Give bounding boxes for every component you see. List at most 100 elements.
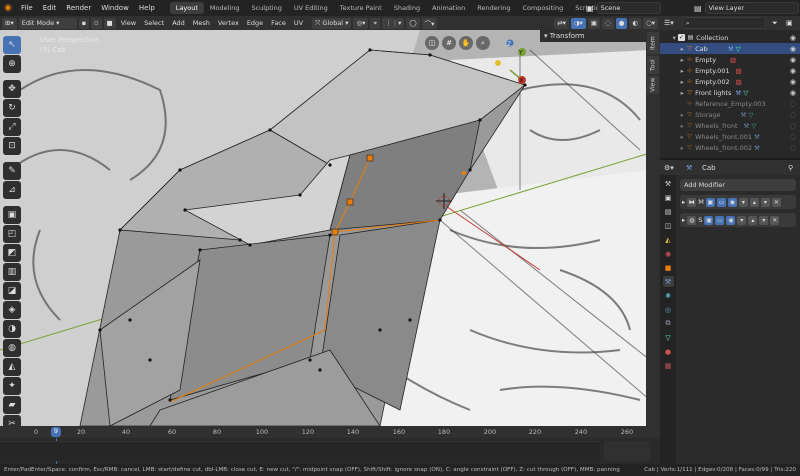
viewport-toggle-icon[interactable]: ▭: [716, 197, 726, 207]
eye-icon[interactable]: ◉: [790, 34, 796, 42]
outliner-item-reference-empty-003[interactable]: ⊹ Reference_Empty.003 ◌: [660, 98, 800, 109]
eye-hidden-icon[interactable]: ◌: [790, 122, 796, 130]
tab-texture[interactable]: ▦: [663, 360, 674, 371]
outliner-item-front-lights[interactable]: ▸ ▽ Front lights ⚒ ▽ ◉: [660, 87, 800, 98]
tab-render[interactable]: ▣: [663, 192, 674, 203]
timeline-scrollbar[interactable]: [604, 441, 650, 461]
expand-arrow-icon[interactable]: ▸: [660, 67, 686, 75]
menu-render[interactable]: Render: [61, 4, 96, 12]
eye-icon[interactable]: ◉: [790, 89, 796, 97]
expand-arrow-icon[interactable]: ▸: [682, 216, 685, 224]
tab-object[interactable]: ■: [663, 262, 674, 273]
tab-animation[interactable]: Animation: [426, 2, 471, 14]
menu-window[interactable]: Window: [96, 4, 134, 12]
snap-button[interactable]: ⌖: [370, 17, 381, 29]
tab-scene[interactable]: ◭: [663, 234, 674, 245]
move-tool[interactable]: ✥: [3, 80, 21, 98]
menu-file[interactable]: File: [16, 4, 38, 12]
outliner-editor-icon[interactable]: ☰▾: [664, 19, 674, 27]
transform-tool[interactable]: ⊡: [3, 137, 21, 155]
menu-vertex[interactable]: Vertex: [215, 18, 242, 29]
menu-view[interactable]: View: [118, 18, 139, 29]
tab-physics[interactable]: ◎: [663, 304, 674, 315]
tab-tool[interactable]: Tool: [647, 56, 659, 74]
tab-uv-editing[interactable]: UV Editing: [288, 2, 334, 14]
face-select-button[interactable]: ■: [103, 17, 116, 29]
spin-tool[interactable]: ◑: [3, 320, 21, 338]
menu-add[interactable]: Add: [169, 18, 188, 29]
xray-button[interactable]: ▣: [587, 17, 601, 29]
solid-shading-button[interactable]: ●: [615, 17, 628, 29]
blender-logo-icon[interactable]: ◉: [0, 0, 16, 16]
smooth-tool[interactable]: ◍: [3, 339, 21, 357]
dropdown-arrow-icon[interactable]: ▾: [737, 215, 747, 225]
add-modifier-dropdown[interactable]: Add Modifier: [680, 179, 796, 191]
outliner-item-wheels-front-001[interactable]: ▸ ▽ Wheels_front.001 ⚒ ◌: [660, 131, 800, 142]
tab-object-data[interactable]: ▽: [663, 332, 674, 343]
outliner-item-empty-001[interactable]: ▸ ⊹ Empty.001 ▨ ◉: [660, 65, 800, 76]
eye-hidden-icon[interactable]: ◌: [790, 144, 796, 152]
outliner-search-input[interactable]: ⌕: [682, 17, 766, 29]
eye-icon[interactable]: ◉: [790, 45, 796, 53]
3d-viewport[interactable]: Y Z X: [0, 30, 660, 426]
select-box-tool[interactable]: ↖: [3, 36, 21, 54]
wireframe-shading-button[interactable]: ◌: [602, 17, 614, 29]
tab-compositing[interactable]: Compositing: [516, 2, 569, 14]
viewport-toggle-icon[interactable]: ▭: [715, 215, 725, 225]
pivot-button[interactable]: ◎▾: [353, 17, 369, 29]
tab-particles[interactable]: ✺: [663, 290, 674, 301]
gizmo-toggle-button[interactable]: ⇄▾: [554, 17, 569, 29]
outliner-item-storage[interactable]: ▸ ▽ Storage ⚒ ▽ ◌: [660, 109, 800, 120]
editor-type-button[interactable]: ⊞▾: [2, 17, 17, 29]
rotate-tool[interactable]: ↻: [3, 99, 21, 117]
expand-arrow-icon[interactable]: ▸: [682, 198, 685, 206]
orientation-selector[interactable]: ⤧ Global ▾: [312, 17, 352, 29]
overlay-toggle-button[interactable]: ◑▾: [570, 17, 586, 29]
tab-world[interactable]: ◉: [663, 248, 674, 259]
menu-mesh[interactable]: Mesh: [190, 18, 213, 29]
poly-build-tool[interactable]: ◈: [3, 301, 21, 319]
expand-arrow-icon[interactable]: ▸: [660, 89, 686, 97]
toggle-camera-view-button[interactable]: ◫: [425, 36, 439, 50]
eye-icon[interactable]: ◉: [790, 78, 796, 86]
shrink-fatten-tool[interactable]: ✦: [3, 377, 21, 395]
tab-layout[interactable]: Layout: [169, 2, 204, 14]
eye-hidden-icon[interactable]: ◌: [790, 100, 796, 108]
menu-edit[interactable]: Edit: [38, 4, 62, 12]
extrude-tool[interactable]: ▣: [3, 206, 21, 224]
move-down-icon[interactable]: ▾: [759, 215, 769, 225]
expand-arrow-icon[interactable]: ▸: [660, 78, 686, 86]
annotate-tool[interactable]: ✎: [3, 162, 21, 180]
vertex-select-button[interactable]: ▪: [78, 17, 90, 29]
tab-view[interactable]: View: [647, 76, 659, 94]
tab-material[interactable]: ●: [663, 346, 674, 357]
mode-selector[interactable]: Edit Mode ▾: [18, 17, 77, 29]
filter-icon[interactable]: ⏷: [772, 19, 778, 28]
expand-arrow-icon[interactable]: ▸: [660, 122, 686, 130]
move-up-icon[interactable]: ▴: [749, 197, 759, 207]
outliner-item-wheels-front-002[interactable]: ▸ ▽ Wheels_front.002 ⚒ ◌: [660, 142, 800, 153]
tab-sculpting[interactable]: Sculpting: [245, 2, 287, 14]
tab-item[interactable]: Item: [647, 32, 659, 54]
pin-icon[interactable]: ⚲: [788, 164, 793, 172]
modifier-panel-subdivision[interactable]: ▸ ◍ S ▣ ▭ ◉ ▾ ▴ ▾ ✕: [680, 213, 796, 227]
tab-output[interactable]: ▤: [663, 206, 674, 217]
dropdown-arrow-icon[interactable]: ▾: [738, 197, 748, 207]
move-down-icon[interactable]: ▾: [760, 197, 770, 207]
eye-hidden-icon[interactable]: ◌: [790, 133, 796, 141]
proportional-edit-button[interactable]: ◯: [406, 17, 420, 29]
render-toggle-icon[interactable]: ◉: [726, 215, 736, 225]
falloff-button[interactable]: ⌒▾: [421, 17, 438, 29]
material-shading-button[interactable]: ◐: [629, 17, 642, 29]
eye-icon[interactable]: ◉: [790, 67, 796, 75]
move-up-icon[interactable]: ▴: [748, 215, 758, 225]
tab-modeling[interactable]: Modeling: [204, 2, 246, 14]
modifier-panel-mirror[interactable]: ▸ ⧓ M ▣ ▭ ◉ ▾ ▴ ▾ ✕: [680, 195, 796, 209]
outliner-item-cab[interactable]: ▸ ▽ Cab ⚒ ▽ ◉: [660, 43, 800, 54]
cursor-tool[interactable]: ⊕: [3, 55, 21, 73]
menu-uv[interactable]: UV: [291, 18, 306, 29]
outliner-collection-row[interactable]: ▾ ✓ ▤ Collection ◉: [660, 32, 800, 43]
tab-rendering[interactable]: Rendering: [471, 2, 516, 14]
tab-tool-settings[interactable]: ⚒: [663, 178, 674, 189]
outliner-item-wheels-front[interactable]: ▸ ▽ Wheels_front ⚒ ▽ ◌: [660, 120, 800, 131]
